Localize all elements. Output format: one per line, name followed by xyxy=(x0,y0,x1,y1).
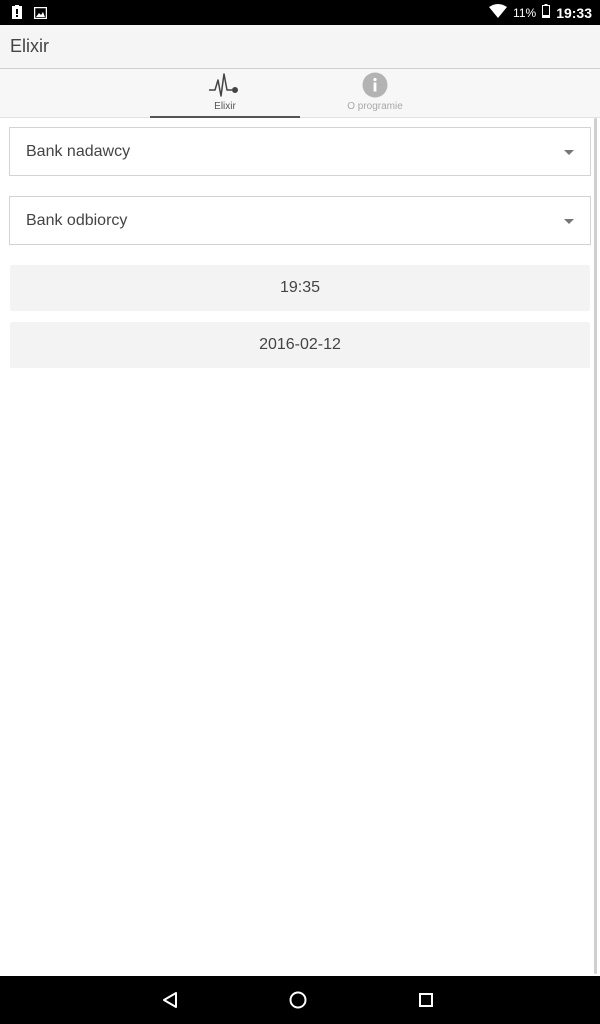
tab-label-elixir: Elixir xyxy=(214,101,236,112)
back-button[interactable] xyxy=(140,976,200,1024)
info-icon xyxy=(362,72,388,103)
status-time: 19:33 xyxy=(556,4,592,21)
image-icon xyxy=(33,6,48,24)
sender-bank-label: Bank nadawcy xyxy=(26,143,131,160)
battery-icon xyxy=(542,4,551,21)
recent-apps-icon xyxy=(419,993,433,1007)
app-bar: Elixir xyxy=(0,25,600,69)
status-left xyxy=(12,5,48,24)
status-right: 11% 19:33 xyxy=(489,4,592,21)
receiver-bank-label: Bank odbiorcy xyxy=(26,212,128,229)
receiver-bank-select[interactable]: Bank odbiorcy xyxy=(9,196,591,245)
tab-bar: Elixir O programie xyxy=(0,69,600,118)
back-icon xyxy=(163,992,177,1008)
home-button[interactable] xyxy=(268,976,328,1024)
status-bar: 11% 19:33 xyxy=(0,0,600,25)
main-content: Bank nadawcy Bank odbiorcy 19:35 2016-02… xyxy=(0,118,600,976)
tab-about[interactable]: O programie xyxy=(300,69,450,118)
scrollbar[interactable] xyxy=(594,118,597,974)
recent-apps-button[interactable] xyxy=(396,976,456,1024)
app-title: Elixir xyxy=(10,36,49,56)
wifi-icon xyxy=(489,4,508,21)
alert-icon xyxy=(12,5,22,24)
time-picker-button[interactable]: 19:35 xyxy=(10,265,590,311)
battery-percent: 11% xyxy=(513,5,537,20)
navigation-bar xyxy=(0,976,600,1024)
dropdown-arrow-icon xyxy=(564,219,574,224)
sender-bank-select[interactable]: Bank nadawcy xyxy=(9,127,591,176)
home-icon xyxy=(289,991,307,1009)
tab-label-about: O programie xyxy=(347,101,403,112)
tab-elixir[interactable]: Elixir xyxy=(150,69,300,118)
date-picker-button[interactable]: 2016-02-12 xyxy=(10,322,590,368)
dropdown-arrow-icon xyxy=(564,150,574,155)
heartbeat-icon xyxy=(208,72,242,103)
